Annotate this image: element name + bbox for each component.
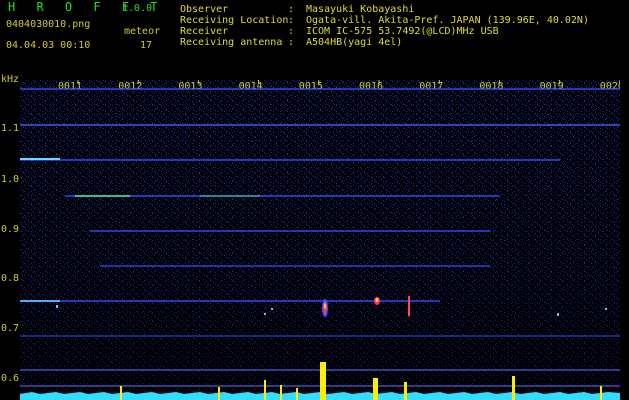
y-axis-title: kHz	[1, 74, 20, 85]
info-separator: :	[288, 15, 295, 26]
file-datetime: 04.04.03 00:10	[6, 40, 91, 51]
y-tick-label: 1.1	[1, 123, 20, 134]
info-key: Observer	[180, 4, 229, 15]
y-tick-label: 0.7	[1, 323, 20, 334]
info-value: A504HB(yagi 4el)	[306, 37, 403, 48]
y-tick-label: 0.9	[1, 224, 20, 235]
y-tick-label: 0.8	[1, 273, 20, 284]
time-label: 0020	[600, 81, 620, 92]
info-row-antenna: Receiving antenna: A504HB(yagi 4el)	[180, 37, 589, 48]
time-label: 0015	[299, 81, 323, 92]
time-label: 0019	[540, 81, 564, 92]
y-tick-label: 0.6	[1, 373, 20, 384]
info-value: ICOM IC-575 53.7492(@LCD)MHz USB	[306, 26, 499, 37]
info-separator: :	[288, 4, 295, 15]
time-label: 0018	[479, 81, 503, 92]
info-row-receiver: Receiver: ICOM IC-575 53.7492(@LCD)MHz US…	[180, 26, 589, 37]
info-key: Receiver	[180, 26, 229, 37]
app-version: 1.0.0	[122, 3, 153, 14]
time-label: 0013	[178, 81, 202, 92]
time-label: 0016	[359, 81, 383, 92]
info-row-observer: Observer: Masayuki Kobayashi	[180, 4, 589, 15]
meteor-count: 17	[140, 40, 153, 51]
noise-fade	[20, 80, 620, 400]
spectrogram: 0011 0012 0013 0014 0015 0016 0017 0018 0019 0020	[20, 80, 620, 400]
time-label: 0012	[118, 81, 142, 92]
info-value: Masayuki Kobayashi	[306, 4, 415, 15]
info-key: Receiving Location	[180, 15, 289, 26]
info-separator: :	[288, 26, 295, 37]
time-label: 0014	[239, 81, 263, 92]
station-info-panel: Observer: Masayuki Kobayashi Receiving Lo…	[180, 4, 589, 48]
info-row-location: Receiving Location: Ogata-vill. Akita-Pre…	[180, 15, 589, 26]
spectrogram-canvas: 0011 0012 0013 0014 0015 0016 0017 0018 0019 0020	[20, 80, 620, 400]
y-tick-label: 1.0	[1, 174, 20, 185]
file-name: 0404030010.png	[6, 19, 91, 30]
time-label: 0017	[419, 81, 443, 92]
time-label: 0011	[58, 81, 82, 92]
info-key: Receiving antenna	[180, 37, 283, 48]
info-value: Ogata-vill. Akita-Pref. JAPAN (139.96E, …	[306, 15, 589, 26]
meteor-label: meteor	[124, 26, 161, 37]
info-separator: :	[288, 37, 295, 48]
